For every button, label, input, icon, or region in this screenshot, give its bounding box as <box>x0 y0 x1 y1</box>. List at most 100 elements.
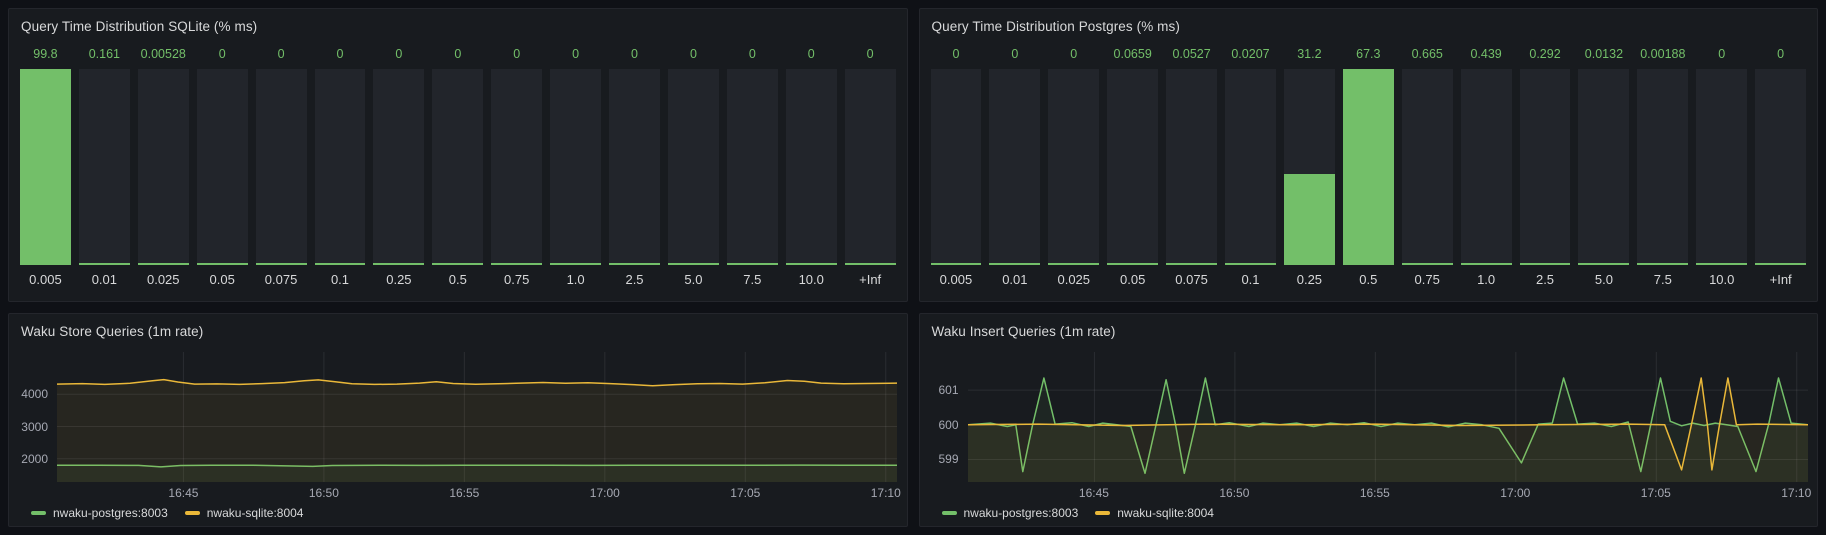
bar-value-label: 0.665 <box>1402 43 1453 66</box>
histogram-bar-fill <box>550 263 601 265</box>
histogram-bar <box>79 69 130 265</box>
timeseries-plot[interactable] <box>57 352 897 482</box>
x-axis: 16:4516:5016:5517:0017:0517:10 <box>57 482 897 501</box>
histogram-bar-fill <box>727 263 778 265</box>
histogram-bar-fill <box>609 263 660 265</box>
histogram-column: 99.80.005 <box>20 43 71 293</box>
bar-value-label: 0 <box>786 43 837 66</box>
bar-bin-label: 0.01 <box>79 265 130 293</box>
bar-value-label: 0 <box>1755 43 1806 66</box>
histogram-bar-fill <box>315 263 366 265</box>
bar-bin-label: 2.5 <box>1520 265 1571 293</box>
histogram-column: 00.25 <box>373 43 424 293</box>
y-tick-label: 2000 <box>21 452 48 466</box>
histogram-bar <box>1048 69 1099 265</box>
histogram-column: 010.0 <box>1696 43 1747 293</box>
histogram-column: 00.005 <box>931 43 982 293</box>
legend-item[interactable]: nwaku-sqlite:8004 <box>1095 506 1214 520</box>
histogram-column: 00.75 <box>491 43 542 293</box>
x-axis: 16:4516:5016:5517:0017:0517:10 <box>968 482 1808 501</box>
histogram-bar-fill <box>138 263 189 265</box>
histogram-bar-fill <box>79 263 130 265</box>
legend-item[interactable]: nwaku-postgres:8003 <box>31 506 168 520</box>
bar-value-label: 0.439 <box>1461 43 1512 66</box>
histogram-bar <box>138 69 189 265</box>
histogram-column: 67.30.5 <box>1343 43 1394 293</box>
bar-bin-label: 1.0 <box>1461 265 1512 293</box>
histogram-column: 0+Inf <box>845 43 896 293</box>
histogram-bar <box>432 69 483 265</box>
bar-bin-label: 0.025 <box>1048 265 1099 293</box>
bar-value-label: 0 <box>315 43 366 66</box>
histogram-bar-fill <box>197 263 248 265</box>
grafana-dashboard: Query Time Distribution SQLite (% ms) 99… <box>0 0 1826 535</box>
y-axis: 200030004000 <box>9 352 57 482</box>
bar-value-label: 0 <box>1696 43 1747 66</box>
timeseries-store-queries: 200030004000 16:4516:5016:5517:0017:0517… <box>9 346 907 526</box>
panel-title: Query Time Distribution Postgres (% ms) <box>932 19 1180 34</box>
histogram-column: 0.665 0.75 <box>1402 43 1453 293</box>
bar-bin-label: 0.075 <box>1166 265 1217 293</box>
panel-query-time-distribution-sqlite: Query Time Distribution SQLite (% ms) 99… <box>8 8 908 302</box>
histogram-bar <box>373 69 424 265</box>
bar-value-label: 0.0527 <box>1166 43 1217 66</box>
bar-bin-label: 0.005 <box>931 265 982 293</box>
bar-value-label: 67.3 <box>1343 43 1394 66</box>
histogram-bar <box>1637 69 1688 265</box>
histogram-bar <box>1520 69 1571 265</box>
bar-bin-label: 5.0 <box>668 265 719 293</box>
legend-series-label: nwaku-sqlite:8004 <box>207 506 304 520</box>
histogram-column: 00.1 <box>315 43 366 293</box>
panel-header[interactable]: Query Time Distribution SQLite (% ms) <box>9 9 907 41</box>
histogram-column: 00.025 <box>1048 43 1099 293</box>
histogram-bar <box>989 69 1040 265</box>
histogram-bar <box>1343 69 1394 265</box>
bar-value-label: 0.0132 <box>1578 43 1629 66</box>
bar-bin-label: 0.05 <box>197 265 248 293</box>
panel-header[interactable]: Query Time Distribution Postgres (% ms) <box>920 9 1818 41</box>
bar-bin-label: 1.0 <box>550 265 601 293</box>
x-tick-label: 16:55 <box>1360 486 1390 500</box>
panel-header[interactable]: Waku Store Queries (1m rate) <box>9 314 907 346</box>
histogram-bar <box>609 69 660 265</box>
bar-value-label: 0 <box>989 43 1040 66</box>
bar-bin-label: 7.5 <box>727 265 778 293</box>
panel-header[interactable]: Waku Insert Queries (1m rate) <box>920 314 1818 346</box>
histogram-column: 0.06590.05 <box>1107 43 1158 293</box>
x-tick-label: 16:45 <box>168 486 198 500</box>
bar-bin-label: 0.05 <box>1107 265 1158 293</box>
histogram-bar-fill <box>20 69 71 265</box>
timeseries-plot[interactable] <box>968 352 1808 482</box>
bar-value-label: 0 <box>609 43 660 66</box>
bar-bin-label: 5.0 <box>1578 265 1629 293</box>
histogram-bar-fill <box>1166 263 1217 265</box>
histogram-column: 0.1610.01 <box>79 43 130 293</box>
legend-item[interactable]: nwaku-sqlite:8004 <box>185 506 304 520</box>
histogram-bar <box>1166 69 1217 265</box>
histogram-bar <box>1284 69 1335 265</box>
bar-bin-label: 10.0 <box>786 265 837 293</box>
x-tick-label: 17:05 <box>730 486 760 500</box>
y-tick-label: 600 <box>938 418 958 432</box>
bar-value-label: 0 <box>727 43 778 66</box>
bar-value-label: 0.00528 <box>138 43 189 66</box>
legend-item[interactable]: nwaku-postgres:8003 <box>942 506 1079 520</box>
histogram-column: 0.0132 5.0 <box>1578 43 1629 293</box>
histogram-column: 0.02070.1 <box>1225 43 1276 293</box>
bar-bin-label: 0.75 <box>491 265 542 293</box>
panel-title: Waku Insert Queries (1m rate) <box>932 324 1116 339</box>
bar-bin-label: 0.75 <box>1402 265 1453 293</box>
histogram-bar <box>1107 69 1158 265</box>
bar-bin-label: 0.075 <box>256 265 307 293</box>
bar-bin-label: +Inf <box>1755 265 1806 293</box>
bar-bin-label: 0.25 <box>373 265 424 293</box>
legend-series-swatch <box>31 511 46 515</box>
legend-series-label: nwaku-postgres:8003 <box>964 506 1079 520</box>
x-tick-label: 16:50 <box>1219 486 1249 500</box>
histogram-bar <box>1578 69 1629 265</box>
bar-value-label: 0.0207 <box>1225 43 1276 66</box>
histogram-bar-fill <box>845 263 896 265</box>
legend-series-label: nwaku-postgres:8003 <box>53 506 168 520</box>
histogram-bar-fill <box>1225 263 1276 265</box>
histogram-bar-fill <box>668 263 719 265</box>
